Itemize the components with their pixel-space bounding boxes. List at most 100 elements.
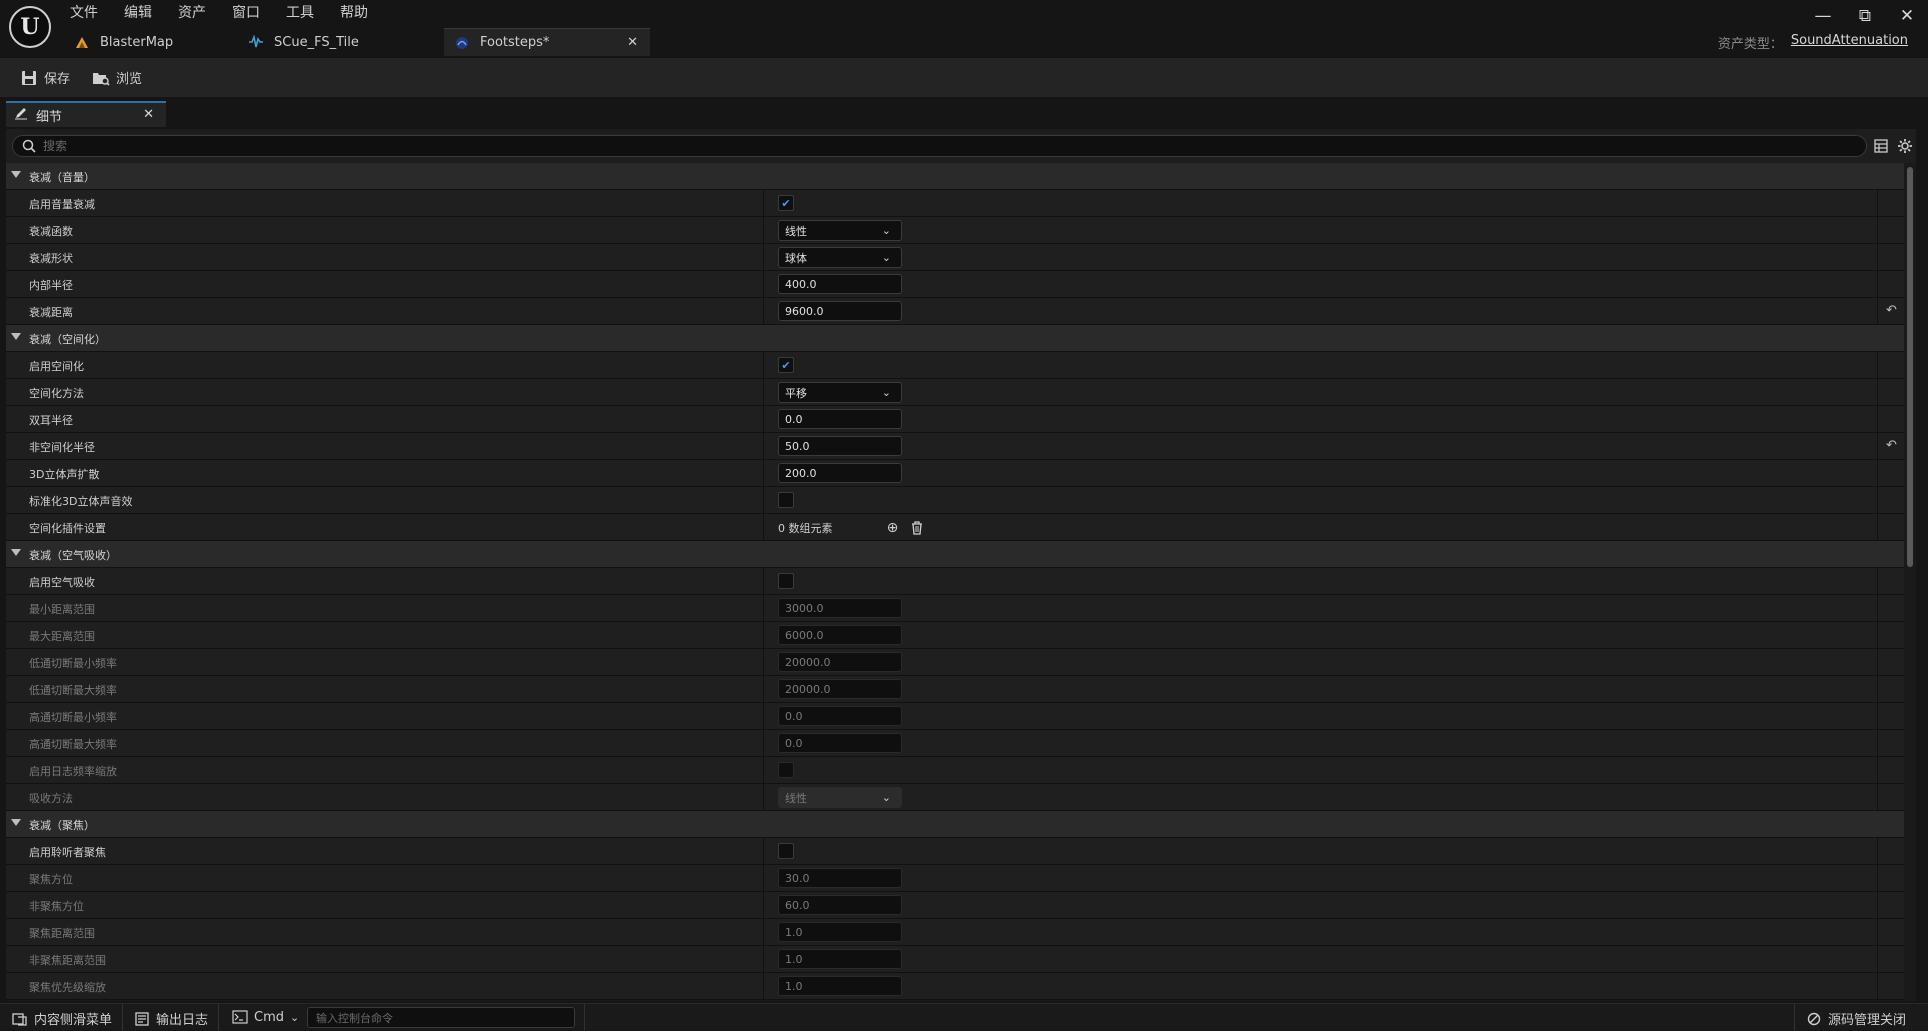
search-input[interactable] [43,139,1543,153]
category-header[interactable]: 衰减（空间化） [6,325,1904,352]
property-dropdown[interactable]: 线性 ⌄ [778,787,902,808]
property-checkbox[interactable] [778,573,794,589]
column-divider[interactable] [763,757,764,784]
column-divider[interactable] [763,595,764,622]
column-divider[interactable] [763,892,764,919]
details-panel-tab[interactable]: 细节 ✕ [6,101,166,127]
asset-type-label: 资产类型： [1717,37,1783,52]
property-number-field[interactable]: 1.0 [778,976,902,996]
category-header[interactable]: 衰减（聚焦） [6,811,1904,838]
property-row: 3D立体声扩散 200.0 [6,460,1904,487]
property-number-field[interactable]: 0.0 [778,733,902,753]
category-header[interactable]: 衰减（音量） [6,163,1904,190]
chevron-down-icon: ⌄ [881,251,891,264]
column-divider[interactable] [763,784,764,811]
source-control-button[interactable]: 源码管理关闭 [1806,1009,1906,1028]
property-value: 200.0 [778,463,902,483]
doc-tab-scue[interactable]: SCue_FS_Tile [238,28,444,56]
table-view-icon[interactable] [1872,137,1890,155]
property-checkbox[interactable] [778,492,794,508]
column-divider[interactable] [763,271,764,298]
column-divider[interactable] [763,946,764,973]
property-number-field[interactable]: 1.0 [778,949,902,969]
menu-window[interactable]: 窗口 [232,2,260,22]
menu-asset[interactable]: 资产 [178,2,206,22]
column-divider[interactable] [763,406,764,433]
asset-type-link[interactable]: SoundAttenuation [1791,33,1908,52]
console-command-input[interactable]: 输入控制台命令 [307,1007,575,1028]
property-number-field[interactable]: 1.0 [778,922,902,942]
property-row: 启用空气吸收 [6,568,1904,595]
property-number-field[interactable]: 0.0 [778,409,902,429]
expand-arrow-icon[interactable] [11,333,21,340]
property-checkbox[interactable]: ✔ [778,357,794,373]
property-dropdown[interactable]: 平移 ⌄ [778,382,902,403]
save-button[interactable]: 保存 [20,68,70,87]
property-number-field[interactable]: 50.0 [778,436,902,456]
menu-help[interactable]: 帮助 [340,2,368,22]
browse-button[interactable]: 浏览 [92,68,142,87]
column-divider[interactable] [763,649,764,676]
menu-tools[interactable]: 工具 [286,2,314,22]
property-checkbox[interactable] [778,843,794,859]
close-tab-icon[interactable]: ✕ [627,35,638,50]
column-divider[interactable] [763,865,764,892]
property-number-field[interactable]: 0.0 [778,706,902,726]
menu-file[interactable]: 文件 [70,2,98,22]
property-number-field[interactable]: 20000.0 [778,679,902,699]
column-divider[interactable] [763,919,764,946]
doc-tab-footsteps[interactable]: Footsteps* ✕ [444,28,650,56]
minimize-button[interactable]: — [1802,0,1844,32]
property-number-field[interactable]: 200.0 [778,463,902,483]
property-checkbox[interactable] [778,762,794,778]
reset-to-default-icon[interactable]: ↶ [1886,303,1897,318]
category-header[interactable]: 衰减（空气吸收） [6,541,1904,568]
property-number-field[interactable]: 3000.0 [778,598,902,618]
gear-icon[interactable] [1896,137,1914,155]
trash-icon[interactable] [909,520,925,536]
column-divider[interactable] [763,514,764,541]
property-checkbox[interactable]: ✔ [778,195,794,211]
column-divider[interactable] [763,298,764,325]
property-number-field[interactable]: 9600.0 [778,301,902,321]
add-element-icon[interactable]: ⊕ [885,520,901,536]
column-divider[interactable] [763,433,764,460]
property-dropdown[interactable]: 球体 ⌄ [778,247,902,268]
property-number-field[interactable]: 20000.0 [778,652,902,672]
doc-tab-blastermap[interactable]: BlasterMap [64,28,238,56]
column-divider[interactable] [763,460,764,487]
search-box[interactable] [12,135,1867,157]
column-divider[interactable] [763,622,764,649]
column-divider[interactable] [763,352,764,379]
close-window-button[interactable]: ✕ [1886,0,1928,32]
unreal-logo-icon[interactable]: U [9,6,51,48]
expand-arrow-icon[interactable] [11,171,21,178]
menu-edit[interactable]: 编辑 [124,2,152,22]
property-number-field[interactable]: 30.0 [778,868,902,888]
details-scrollbar[interactable] [1906,167,1914,1001]
close-panel-icon[interactable]: ✕ [143,107,154,122]
content-drawer-button[interactable]: 内容侧滑菜单 [12,1009,112,1028]
scrollbar-thumb[interactable] [1907,167,1913,567]
cmd-dropdown[interactable]: Cmd ⌄ [232,1009,299,1025]
column-divider[interactable] [763,568,764,595]
column-divider[interactable] [763,730,764,757]
expand-arrow-icon[interactable] [11,819,21,826]
output-log-button[interactable]: 输出日志 [134,1009,208,1028]
property-dropdown[interactable]: 线性 ⌄ [778,220,902,241]
column-divider[interactable] [763,838,764,865]
restore-button[interactable]: ⧉ [1844,0,1886,32]
column-divider[interactable] [763,973,764,1000]
column-divider[interactable] [763,703,764,730]
column-divider[interactable] [763,676,764,703]
column-divider[interactable] [763,379,764,406]
reset-to-default-icon[interactable]: ↶ [1886,438,1897,453]
expand-arrow-icon[interactable] [11,549,21,556]
property-number-field[interactable]: 400.0 [778,274,902,294]
property-number-field[interactable]: 6000.0 [778,625,902,645]
column-divider[interactable] [763,487,764,514]
property-number-field[interactable]: 60.0 [778,895,902,915]
column-divider[interactable] [763,217,764,244]
column-divider[interactable] [763,190,764,217]
column-divider[interactable] [763,244,764,271]
